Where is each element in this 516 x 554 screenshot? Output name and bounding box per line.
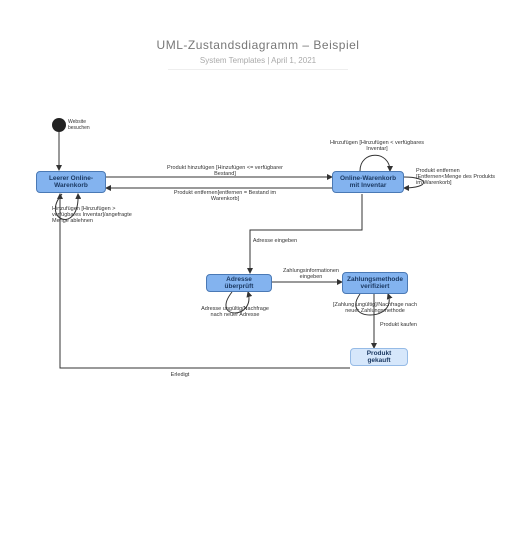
initial-state-icon	[52, 118, 66, 132]
transition-add-forward: Produkt hinzufügen [Hinzufügen <= verfüg…	[160, 165, 290, 177]
transition-buy-product: Produkt kaufen	[380, 322, 420, 328]
state-cart-inventory: Online-Warenkorb mit Inventar	[332, 171, 404, 193]
initial-label: Website besuchen	[68, 120, 108, 131]
page-title: UML-Zustandsdiagramm – Beispiel	[0, 38, 516, 52]
state-product-bought: Produkt gekauft	[350, 348, 408, 366]
diagram-canvas: Website besuchen Leerer Online-Warenkorb…	[0, 70, 516, 510]
transition-overflow: Hinzufügen [Hinzufügen > verfügbares Inv…	[52, 206, 142, 224]
transition-enter-address: Adresse eingeben	[250, 238, 300, 244]
transition-finished: Erledigt	[160, 372, 200, 378]
page-subtitle: System Templates | April 1, 2021	[168, 56, 348, 70]
state-empty-cart: Leerer Online-Warenkorb	[36, 171, 106, 193]
transition-enter-payment: Zahlungsinformationen eingeben	[280, 268, 342, 280]
transition-cart-self-add: Hinzufügen [Hinzufügen < verfügbares Inv…	[322, 140, 432, 152]
transition-cart-self-remove: Produkt entfernen [Entfernen<Menge des P…	[416, 168, 496, 186]
state-address-checked: Adresse überprüft	[206, 274, 272, 292]
transition-payment-invalid: [Zahlung ungültig]/Nachfrage nach neuer …	[330, 302, 420, 314]
state-payment-verified: Zahlungsmethode verifiziert	[342, 272, 408, 294]
transition-remove-back: Produkt entfernen[entfernen = Bestand im…	[160, 190, 290, 202]
transition-address-invalid: Adresse ungültig/Nachfrage nach neuer Ad…	[200, 306, 270, 318]
